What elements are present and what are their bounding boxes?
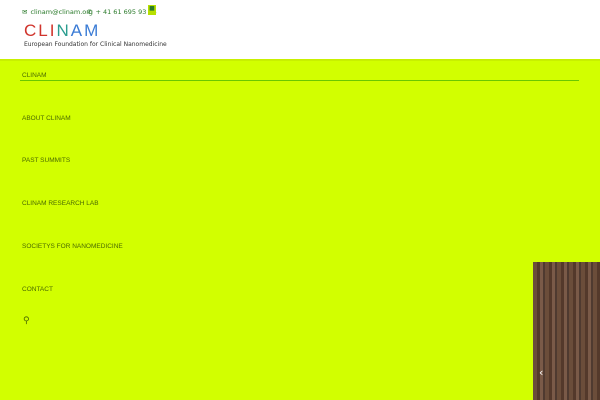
email-link[interactable]: ✉ clinam@clinam.org <box>22 8 93 16</box>
lock-icon[interactable]: ■ <box>148 5 156 15</box>
logo-letter: L <box>38 21 50 40</box>
logo-text: CLINAM <box>24 22 167 40</box>
nav-contact[interactable]: CONTACT <box>22 286 53 293</box>
nav-research-lab[interactable]: CLINAM RESEARCH LAB <box>22 200 99 207</box>
nav-clinam[interactable]: CLINAM <box>22 72 47 79</box>
slider-image <box>533 262 600 400</box>
phone-icon: ✆ <box>87 8 93 16</box>
mail-icon: ✉ <box>22 8 28 16</box>
nav-about[interactable]: ABOUT CLINAM <box>22 115 71 122</box>
logo-letter: A <box>70 21 85 40</box>
chevron-left-icon[interactable]: ‹ <box>539 366 543 379</box>
top-bar: ✉ clinam@clinam.org ✆ + 41 61 695 93 95 ■ … <box>0 0 600 61</box>
search-icon[interactable]: ⚲ <box>23 316 30 326</box>
logo[interactable]: CLINAM European Foundation for Clinical … <box>24 22 167 49</box>
nav-societys[interactable]: SOCIETYS FOR NANOMEDICINE <box>22 243 123 250</box>
phone-link[interactable]: ✆ + 41 61 695 93 95 <box>87 8 157 16</box>
divider <box>20 80 579 81</box>
tagline: European Foundation for Clinical Nanomed… <box>24 41 167 48</box>
logo-letter: C <box>24 21 39 40</box>
logo-letter: N <box>56 21 71 40</box>
nav-past-summits[interactable]: PAST SUMMITS <box>22 157 70 164</box>
logo-letter: M <box>84 21 101 40</box>
